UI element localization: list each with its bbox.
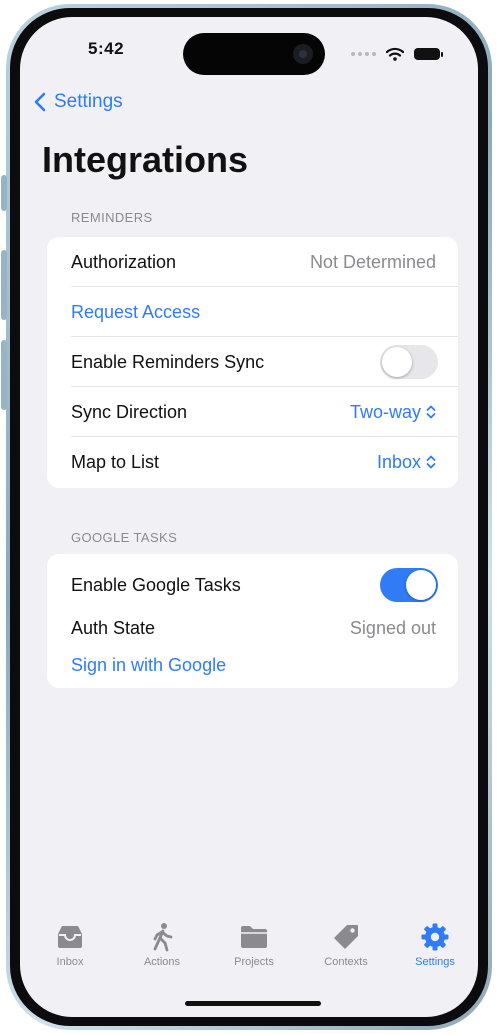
tab-actions[interactable]: Actions (122, 922, 202, 992)
back-button[interactable]: Settings (34, 91, 123, 113)
map-to-list-value: Inbox (376, 451, 421, 472)
chevron-up-down-icon (426, 405, 436, 419)
enable-reminders-sync-toggle[interactable] (380, 345, 438, 379)
request-access-row[interactable]: Request Access (47, 287, 458, 337)
google-tasks-section-header: GOOGLE TASKS (71, 530, 178, 545)
inbox-tray-icon (58, 926, 82, 948)
sync-direction-row: Sync Direction Two-way (47, 387, 458, 437)
signal-icon (351, 52, 376, 56)
wifi-icon (386, 47, 404, 61)
camera-icon (293, 44, 313, 64)
tab-label: Projects (234, 956, 274, 968)
enable-reminders-sync-row: Enable Reminders Sync (47, 337, 458, 387)
sync-direction-label: Sync Direction (71, 402, 188, 422)
reminders-section-header: REMINDERS (71, 210, 153, 225)
page-title: Integrations (42, 139, 249, 180)
side-button (1, 175, 7, 211)
sign-in-with-google-button[interactable]: Sign in with Google (71, 640, 226, 690)
tab-label: Inbox (56, 956, 84, 968)
map-to-list-row: Map to List Inbox (47, 437, 458, 487)
home-indicator[interactable] (185, 1001, 321, 1006)
sync-direction-value: Two-way (349, 401, 421, 422)
volume-up-button (1, 250, 7, 320)
authorization-row: Authorization Not Determined (47, 237, 458, 287)
screen: 5:42 Settings Integrations REMINDERS Aut… (20, 17, 478, 1017)
walking-figure-icon (153, 923, 173, 952)
map-to-list-label: Map to List (71, 452, 160, 472)
gear-icon (421, 923, 449, 951)
enable-reminders-sync-label: Enable Reminders Sync (71, 352, 265, 372)
map-to-list-picker[interactable]: Inbox (377, 437, 436, 487)
battery-icon (414, 48, 443, 60)
tab-contexts[interactable]: Contexts (306, 922, 386, 992)
folder-icon (241, 926, 267, 948)
tab-inbox[interactable]: Inbox (30, 922, 110, 992)
tab-label: Actions (143, 956, 181, 968)
chevron-up-down-icon (426, 455, 436, 469)
back-label: Settings (54, 91, 123, 112)
tab-bar: Inbox Actions Projects Contexts Settings (20, 922, 478, 992)
reminders-card: Authorization Not Determined Request Acc… (47, 237, 458, 488)
tag-icon (334, 925, 358, 949)
volume-down-button (1, 340, 7, 410)
sync-direction-picker[interactable]: Two-way (350, 387, 436, 437)
status-icons (351, 47, 443, 61)
tab-settings[interactable]: Settings (395, 922, 475, 992)
google-tasks-card: Enable Google Tasks Auth State Signed ou… (47, 554, 458, 688)
request-access-button[interactable]: Request Access (71, 287, 200, 337)
status-time: 5:42 (88, 39, 125, 58)
authorization-label: Authorization (71, 252, 177, 272)
authorization-value: Not Determined (309, 252, 436, 272)
tab-label: Contexts (324, 956, 368, 968)
tab-label: Settings (415, 956, 455, 968)
enable-google-tasks-toggle[interactable] (380, 568, 438, 602)
tab-projects[interactable]: Projects (214, 922, 294, 992)
sign-in-row[interactable]: Sign in with Google (47, 640, 458, 690)
chevron-left-icon (34, 92, 46, 112)
dynamic-island (183, 33, 325, 75)
